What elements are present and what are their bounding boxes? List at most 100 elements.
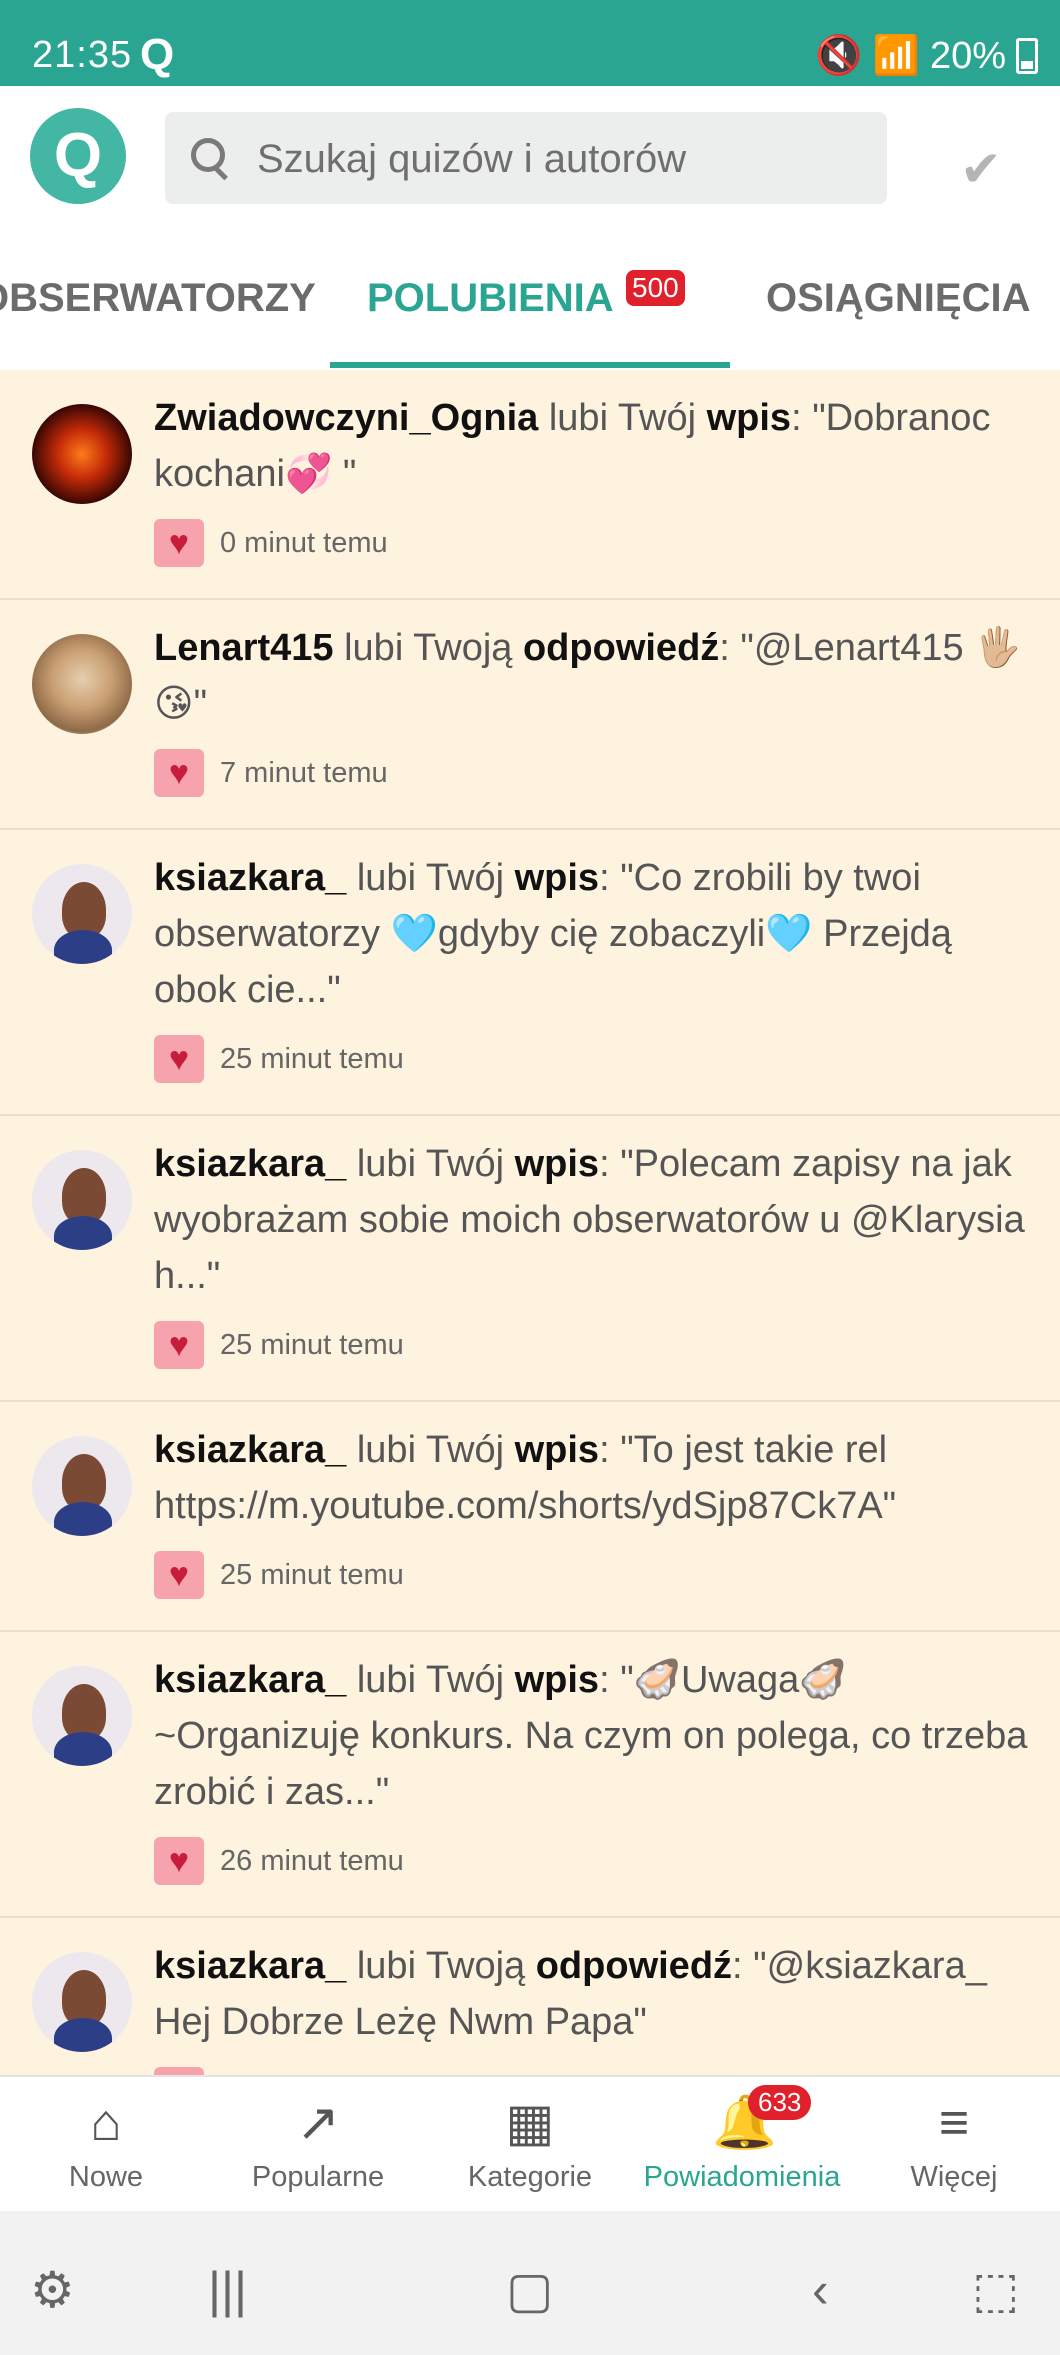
home-button-icon[interactable]: ▢ [506,2261,553,2319]
notification-time: 26 minut temu [220,1844,404,1877]
tab-achievements[interactable]: OSIĄGNIĘCIA [766,276,1030,321]
notification-meta: ♥ 7 minut temu [154,748,388,798]
notification-object: odpowiedź [535,1945,733,1987]
notification-text: ksiazkara_ lubi Twój wpis: "Co zrobili b… [154,857,952,1011]
nav-popular[interactable]: ↗ Popularne [212,2077,424,2213]
notification-action: lubi Twój [356,1429,505,1471]
notification-object: odpowiedź [522,627,720,669]
notification-item[interactable]: ksiazkara_ lubi Twój wpis: "To jest taki… [0,1402,1060,1632]
avatar[interactable] [32,634,132,734]
notification-user[interactable]: ksiazkara_ [154,1945,346,1987]
notification-action: lubi Twoją [344,627,513,669]
notifications-count-badge: 633 [748,2085,812,2120]
nav-categories[interactable]: ▦ Kategorie [424,2077,636,2213]
active-tab-indicator [330,362,730,368]
notification-item[interactable]: Zwiadowczyni_Ognia lubi Twój wpis: "Dobr… [0,370,1060,600]
notification-meta: ♥ 25 minut temu [154,1034,404,1084]
notification-item[interactable]: ksiazkara_ lubi Twój wpis: "Polecam zapi… [0,1116,1060,1402]
notification-text: ksiazkara_ lubi Twoją odpowiedź: "@ksiaz… [154,1945,987,2043]
nav-label: Więcej [910,2161,998,2193]
grid-icon: ▦ [505,2094,555,2152]
system-navigation-bar: ⚙ ||| ▢ ‹ ⬚ [0,2211,1060,2355]
notification-meta: ♥ 0 minut temu [154,518,388,568]
app-notification-icon: Q [140,30,175,79]
heart-icon: ♥ [154,519,204,567]
back-icon[interactable]: ‹ [812,2261,829,2319]
notification-meta: ♥ 25 minut temu [154,1320,404,1370]
trending-icon: ↗ [296,2094,340,2152]
search-input[interactable] [255,112,859,206]
mute-icon: 🔇 [815,35,863,77]
notification-meta: ♥ 25 minut temu [154,1550,404,1600]
status-bar: 21:35 Q 🔇 📶 20% [0,0,1060,86]
app-header: Q ✔ [0,86,1060,226]
mark-all-read-icon[interactable]: ✔ [960,140,1002,198]
heart-icon: ♥ [154,1551,204,1599]
notification-item[interactable]: ksiazkara_ lubi Twój wpis: "Co zrobili b… [0,830,1060,1116]
wifi-icon: 📶 [872,35,920,77]
notification-text: ksiazkara_ lubi Twój wpis: "To jest taki… [154,1429,897,1527]
notification-object: wpis [514,1429,600,1471]
nav-label: Powiadomienia [643,2161,841,2193]
notification-object: wpis [514,1143,600,1185]
heart-icon: ♥ [154,2067,204,2075]
heart-icon: ♥ [154,1837,204,1885]
status-indicators: 🔇 📶 20% [815,34,1038,78]
nav-new[interactable]: ⌂ Nowe [0,2077,212,2213]
notification-action: lubi Twój [356,1659,505,1701]
notification-item[interactable]: Lenart415 lubi Twoją odpowiedź: "@Lenart… [0,600,1060,830]
notification-user[interactable]: ksiazkara_ [154,1429,346,1471]
notification-time: 25 minut temu [220,1328,404,1361]
accessibility-icon[interactable]: ⬚ [972,2261,1019,2319]
notification-meta: ♥ [154,2066,220,2075]
nav-label: Nowe [68,2161,144,2193]
notification-item[interactable]: ksiazkara_ lubi Twoją odpowiedź: "@ksiaz… [0,1918,1060,2075]
notification-object: wpis [514,1659,600,1701]
notification-meta: ♥ 26 minut temu [154,1836,404,1886]
nav-label: Kategorie [467,2161,593,2193]
battery-level: 20% [929,34,1006,77]
tab-bar: OBSERWATORZY POLUBIENIA 500 OSIĄGNIĘCIA [0,226,1060,372]
notification-action: lubi Twój [548,397,697,439]
search-icon [191,138,225,172]
notification-item[interactable]: ksiazkara_ lubi Twój wpis: "🦪Uwaga🦪 ~Org… [0,1632,1060,1918]
game-launcher-icon[interactable]: ⚙ [30,2261,75,2319]
avatar[interactable] [32,1952,132,2052]
nav-notifications[interactable]: 🔔 633 Powiadomienia [636,2077,848,2213]
notification-user[interactable]: ksiazkara_ [154,1143,346,1185]
heart-icon: ♥ [154,1321,204,1369]
avatar[interactable] [32,864,132,964]
notification-text: Lenart415 lubi Twoją odpowiedź: "@Lenart… [154,627,1022,725]
notification-action: lubi Twoją [356,1945,526,1987]
recent-apps-icon[interactable]: ||| [208,2261,247,2319]
notification-object: wpis [514,857,600,899]
notification-action: lubi Twój [356,1143,505,1185]
heart-icon: ♥ [154,749,204,797]
notification-user[interactable]: ksiazkara_ [154,857,346,899]
tab-likes[interactable]: POLUBIENIA [367,276,614,321]
avatar[interactable] [32,1150,132,1250]
notification-time: 7 minut temu [220,756,388,789]
notification-user[interactable]: Lenart415 [154,627,334,669]
notification-time: 0 minut temu [220,526,388,559]
avatar[interactable] [32,404,132,504]
bottom-navigation: ⌂ Nowe ↗ Popularne ▦ Kategorie 🔔 633 Pow… [0,2075,1060,2213]
notification-user[interactable]: Zwiadowczyni_Ognia [154,397,538,439]
notification-object: wpis [706,397,792,439]
notification-text: ksiazkara_ lubi Twój wpis: "🦪Uwaga🦪 ~Org… [154,1659,1028,1813]
nav-more[interactable]: ≡ Więcej [848,2077,1060,2213]
tab-followers[interactable]: OBSERWATORZY [0,276,316,321]
notification-user[interactable]: ksiazkara_ [154,1659,346,1701]
notification-time: 25 minut temu [220,1042,404,1075]
battery-icon [1016,38,1038,74]
notification-text: Zwiadowczyni_Ognia lubi Twój wpis: "Dobr… [154,397,991,495]
search-bar[interactable] [165,112,887,206]
notification-action: lubi Twój [356,857,505,899]
notification-text: ksiazkara_ lubi Twój wpis: "Polecam zapi… [154,1143,1025,1297]
likes-count-badge: 500 [626,270,685,306]
notification-list[interactable]: Zwiadowczyni_Ognia lubi Twój wpis: "Dobr… [0,370,1060,2075]
app-logo[interactable]: Q [30,108,126,204]
avatar[interactable] [32,1436,132,1536]
avatar[interactable] [32,1666,132,1766]
nav-label: Popularne [251,2161,385,2193]
